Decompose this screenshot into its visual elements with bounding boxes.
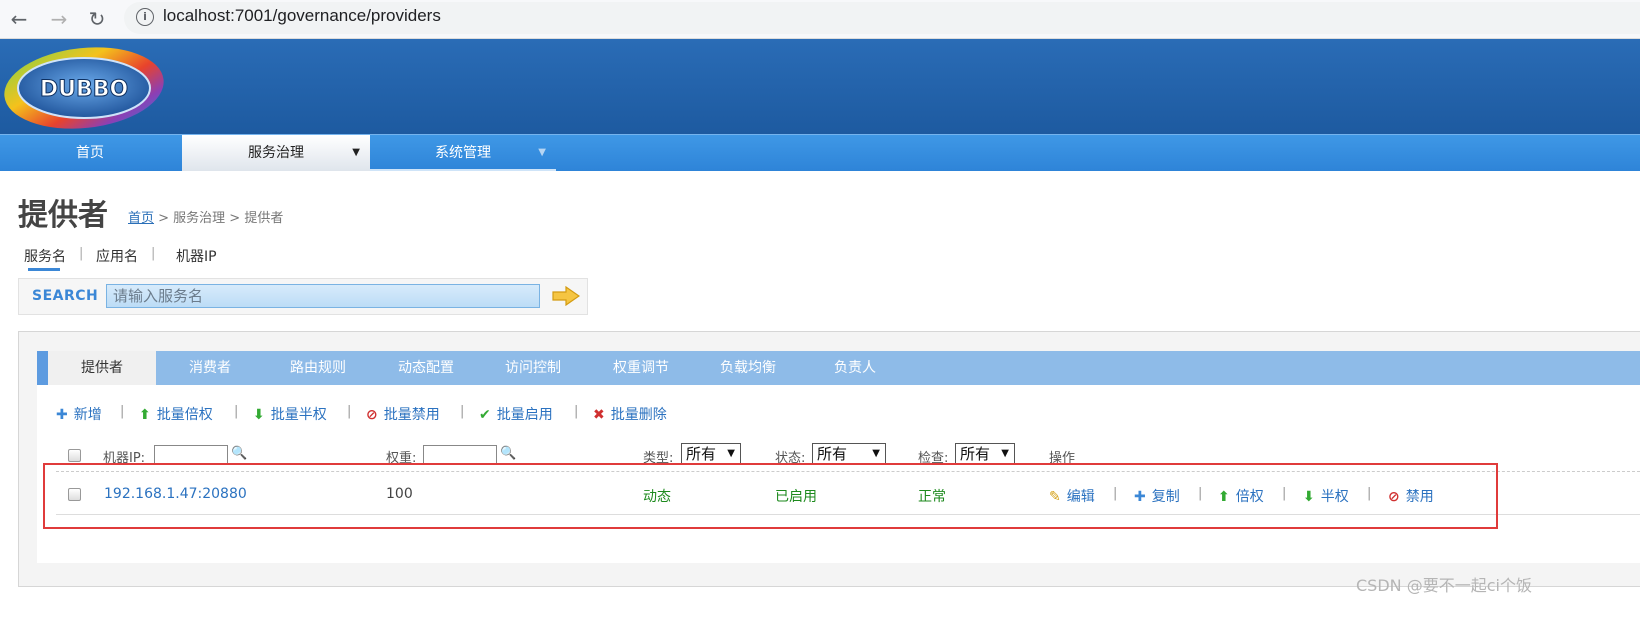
ban-icon: ⊘ [366, 407, 378, 423]
status-filter-select[interactable]: 所有 ▼ [812, 443, 886, 465]
nav-item-service-governance[interactable]: 服务治理 ▼ [182, 135, 370, 171]
separator: | [234, 404, 239, 419]
caret-down-icon: ▼ [727, 448, 735, 459]
info-icon[interactable]: i [136, 8, 154, 26]
caret-down-icon: ▼ [538, 147, 546, 158]
active-tab-indicator [28, 268, 60, 271]
url-text[interactable]: localhost:7001/governance/providers [163, 6, 441, 26]
dubbo-logo[interactable]: DUBBO [2, 46, 166, 130]
tab-routes[interactable]: 路由规则 [266, 351, 370, 385]
separator: | [151, 246, 156, 261]
type-filter-select[interactable]: 所有 ▼ [681, 443, 741, 465]
caret-down-icon: ▼ [872, 448, 880, 459]
caret-down-icon: ▼ [352, 147, 360, 158]
logo-text: DUBBO [40, 77, 128, 102]
watermark: CSDN @要不一起ci个饭 [1356, 576, 1532, 595]
search-tab-machine-ip[interactable]: 机器IP [176, 246, 217, 266]
arrow-up-icon: ⬆ [139, 407, 151, 423]
delete-x-icon: ✖ [593, 407, 605, 423]
tab-access-control[interactable]: 访问控制 [481, 351, 585, 385]
plus-icon: ✚ [56, 407, 68, 423]
nav-item-home[interactable]: 首页 [0, 135, 180, 171]
select-all-checkbox[interactable] [68, 449, 81, 462]
tab-load-balance[interactable]: 负载均衡 [696, 351, 800, 385]
separator: | [347, 404, 352, 419]
page-title: 提供者 [18, 198, 108, 233]
tab-weight[interactable]: 权重调节 [589, 351, 693, 385]
search-tab-app-name[interactable]: 应用名 [96, 246, 138, 266]
search-input[interactable] [106, 284, 540, 308]
nav-item-system-management[interactable]: 系统管理 ▼ [370, 135, 556, 171]
separator: | [120, 404, 125, 419]
tab-dynamic-config[interactable]: 动态配置 [374, 351, 478, 385]
weight-filter-input[interactable] [423, 445, 497, 465]
batch-disable-button[interactable]: ⊘ 批量禁用 [366, 404, 440, 424]
check-filter-select[interactable]: 所有 ▼ [955, 443, 1015, 465]
arrow-right-go-icon[interactable] [552, 286, 580, 306]
ip-filter-input[interactable] [154, 445, 228, 465]
batch-enable-button[interactable]: ✔ 批量启用 [479, 404, 553, 424]
search-icon[interactable]: 🔍 [500, 446, 516, 461]
arrow-down-icon: ⬇ [253, 407, 265, 423]
tab-consumers[interactable]: 消费者 [158, 351, 262, 385]
search-icon[interactable]: 🔍 [231, 446, 247, 461]
check-icon: ✔ [479, 407, 491, 423]
add-button[interactable]: ✚ 新增 [56, 404, 102, 424]
batch-half-weight-button[interactable]: ⬇ 批量半权 [253, 404, 327, 424]
breadcrumb-home-link[interactable]: 首页 [128, 211, 154, 226]
caret-down-icon: ▼ [1001, 448, 1009, 459]
tab-strip-edge [37, 351, 48, 385]
search-label: SEARCH [32, 288, 99, 304]
reload-icon[interactable]: ↻ [84, 6, 110, 32]
separator: | [460, 404, 465, 419]
separator: | [79, 246, 84, 261]
highlight-box [43, 463, 1498, 529]
batch-delete-button[interactable]: ✖ 批量删除 [593, 404, 667, 424]
tab-owners[interactable]: 负责人 [803, 351, 907, 385]
separator: | [574, 404, 579, 419]
batch-double-weight-button[interactable]: ⬆ 批量倍权 [139, 404, 213, 424]
breadcrumb-path: > 服务治理 > 提供者 [154, 211, 284, 226]
arrow-right-icon[interactable]: → [46, 6, 72, 32]
app-header [0, 39, 1640, 135]
tab-providers[interactable]: 提供者 [48, 351, 156, 385]
search-tab-service-name[interactable]: 服务名 [24, 246, 66, 266]
arrow-left-icon[interactable]: ← [6, 6, 32, 32]
breadcrumb: 首页 > 服务治理 > 提供者 [128, 207, 283, 226]
